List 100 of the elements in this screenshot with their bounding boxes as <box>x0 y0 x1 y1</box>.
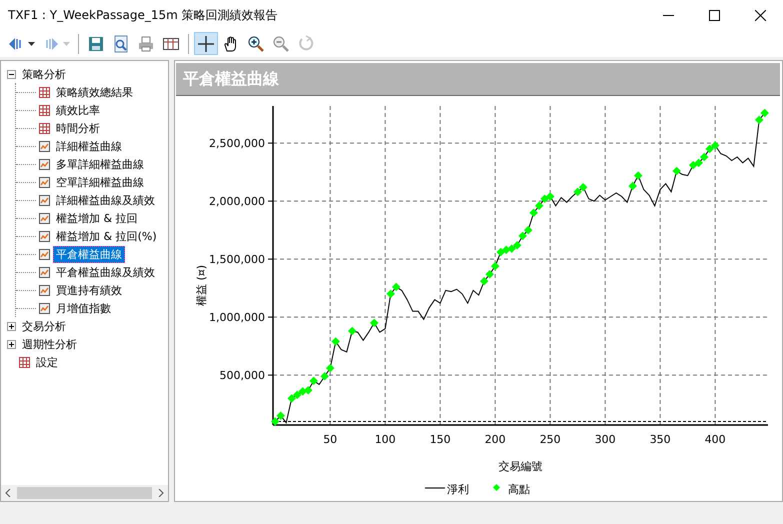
high-point-marker <box>534 202 544 210</box>
high-point-marker <box>326 364 334 372</box>
x-tick-label: 100 <box>374 433 396 446</box>
tree-item[interactable]: 權益增加 & 拉回 <box>53 210 141 226</box>
legend-label: 淨利 <box>447 483 469 496</box>
chart-icon <box>39 176 50 188</box>
high-point-marker <box>320 372 329 381</box>
tree-item[interactable]: 週期性分析 <box>19 336 80 352</box>
high-point-marker <box>502 246 510 254</box>
high-point-marker <box>694 158 703 168</box>
tree-item[interactable]: 平倉權益曲線及績效 <box>53 264 158 280</box>
high-point-marker <box>672 166 681 176</box>
high-point-marker <box>386 290 395 298</box>
tree-item[interactable]: 買進持有績效 <box>53 282 125 298</box>
scrollbar-thumb[interactable] <box>17 487 152 499</box>
high-point-marker <box>760 108 769 118</box>
high-point-marker <box>298 387 307 396</box>
tree-item[interactable]: 策略分析 <box>19 66 69 82</box>
tree-item[interactable]: 詳細權益曲線及績效 <box>53 192 158 208</box>
chart-icon <box>39 140 50 152</box>
high-point-marker <box>540 194 549 204</box>
table-icon <box>39 122 50 134</box>
high-point-marker <box>529 208 538 217</box>
tree-item[interactable]: 策略績效總結果 <box>53 84 136 100</box>
y-tick-label: 2,500,000 <box>209 137 265 150</box>
chart-icon <box>39 194 50 206</box>
tree-item[interactable]: 權益增加 & 拉回(%) <box>53 228 160 244</box>
expand-icon[interactable] <box>7 322 16 330</box>
high-point-marker <box>496 248 505 256</box>
chart-icon <box>39 266 50 278</box>
high-point-marker <box>304 386 312 394</box>
tree-item[interactable]: 平倉權益曲線 <box>53 246 125 262</box>
x-tick-label: 250 <box>540 433 561 446</box>
high-point-marker <box>480 276 488 286</box>
high-point-marker <box>705 144 714 154</box>
high-point-marker <box>688 160 698 170</box>
tree-item[interactable]: 時間分析 <box>53 120 103 136</box>
window-title: TXF1 : Y_WeekPassage_15m 策略回測績效報告 <box>7 6 278 24</box>
chart-icon <box>39 158 50 170</box>
close-icon[interactable] <box>754 10 766 20</box>
y-tick-label: 500,000 <box>220 369 265 382</box>
high-point-marker <box>309 376 318 386</box>
high-point-marker <box>754 116 764 124</box>
high-point-marker <box>370 318 378 328</box>
tree-item[interactable]: 詳細權益曲線 <box>53 138 125 154</box>
high-point-marker <box>710 141 720 150</box>
high-point-marker <box>490 262 500 270</box>
high-point-marker <box>634 171 642 180</box>
high-point-marker <box>348 326 356 336</box>
high-point-marker <box>578 182 588 192</box>
x-tick-label: 400 <box>704 433 726 446</box>
tree-item[interactable]: 績效比率 <box>53 102 103 118</box>
panel-title: 平倉權益曲線 <box>182 68 279 90</box>
x-tick-label: 50 <box>323 433 338 446</box>
x-axis-title: 交易編號 <box>498 460 542 473</box>
high-point-marker <box>628 182 637 190</box>
chart-icon <box>39 302 50 314</box>
high-point-marker <box>292 390 302 400</box>
high-point-marker <box>518 232 527 240</box>
table-icon <box>19 356 30 368</box>
tree-item[interactable]: 多單詳細權益曲線 <box>53 156 147 172</box>
high-point-marker <box>270 417 280 426</box>
x-tick-label: 200 <box>484 433 506 446</box>
chart-icon <box>39 248 50 260</box>
high-point-marker <box>507 244 516 253</box>
legend-marker-swatch <box>492 484 500 492</box>
high-point-marker <box>700 152 708 162</box>
high-point-marker <box>276 411 285 420</box>
high-point-marker <box>331 337 340 346</box>
high-point-marker <box>392 282 400 292</box>
y-axis-title: 權益 (¤) <box>195 264 208 306</box>
high-point-marker <box>485 270 494 278</box>
scroll-left-icon[interactable] <box>5 489 11 497</box>
tree-item[interactable]: 月增值指數 <box>53 300 114 316</box>
y-tick-label: 2,000,000 <box>209 195 265 208</box>
high-point-marker <box>287 394 296 403</box>
chart-icon <box>39 212 50 224</box>
chart-icon <box>39 284 50 296</box>
horizontal-scrollbar[interactable] <box>1 485 168 501</box>
scroll-right-icon[interactable] <box>158 489 164 497</box>
tree-item[interactable]: 設定 <box>33 354 61 370</box>
high-point-marker <box>512 240 522 250</box>
table-icon <box>39 104 50 116</box>
x-tick-label: 150 <box>430 433 451 446</box>
x-tick-label: 350 <box>650 433 671 446</box>
expand-icon[interactable] <box>7 340 16 348</box>
high-point-marker <box>524 226 532 234</box>
chart-icon <box>39 230 50 242</box>
high-point-marker <box>573 188 582 196</box>
table-icon <box>39 86 50 98</box>
high-point-marker <box>546 192 554 201</box>
collapse-icon[interactable] <box>7 70 16 78</box>
x-tick-label: 300 <box>594 433 616 446</box>
legend-label: 高點 <box>508 483 530 496</box>
maximize-icon[interactable] <box>708 10 720 20</box>
tree-item[interactable]: 空單詳細權益曲線 <box>53 174 147 190</box>
caret-icon[interactable] <box>28 42 35 46</box>
y-tick-label: 1,000,000 <box>209 311 265 324</box>
tree-item[interactable]: 交易分析 <box>19 318 69 334</box>
y-tick-label: 1,500,000 <box>209 253 265 266</box>
